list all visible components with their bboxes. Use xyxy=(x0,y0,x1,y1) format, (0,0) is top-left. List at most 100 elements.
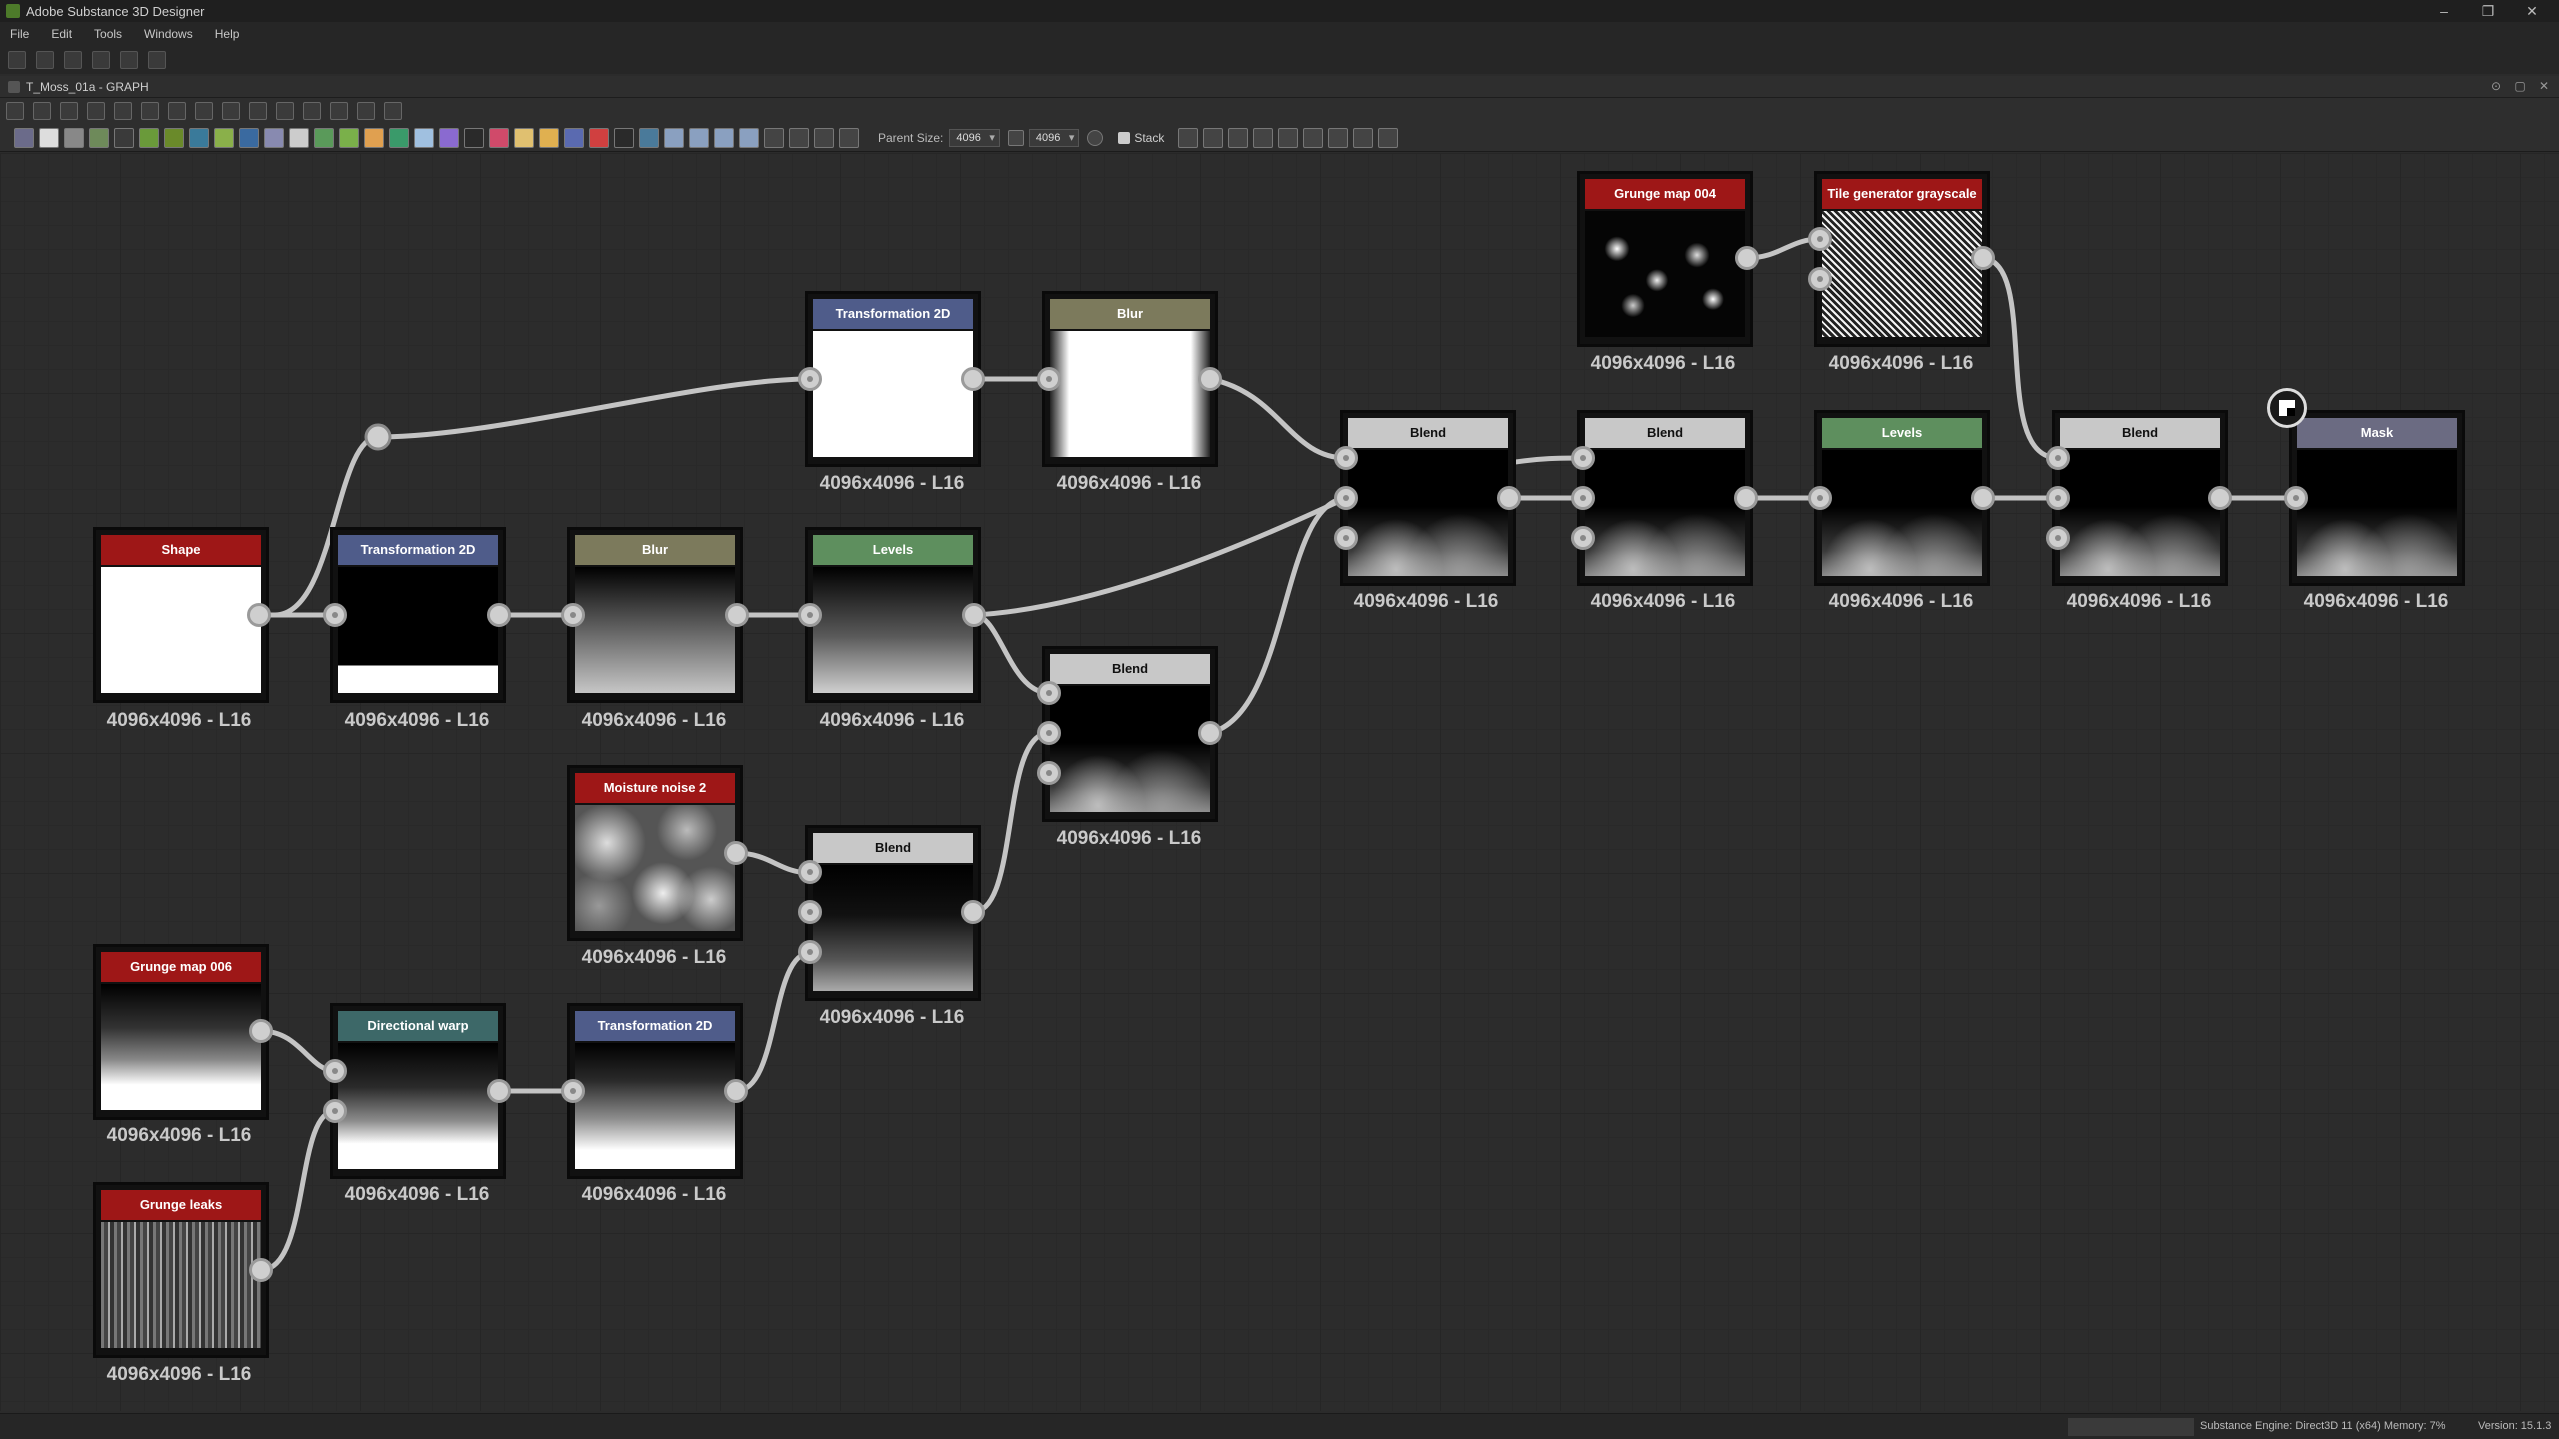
output-port[interactable] xyxy=(487,603,511,627)
graph-instance-icon[interactable] xyxy=(739,127,759,148)
input-port[interactable] xyxy=(1334,526,1358,550)
node-transformation-2d[interactable]: Transformation 2D xyxy=(330,527,506,703)
input-port[interactable] xyxy=(798,900,822,924)
input-port[interactable] xyxy=(1037,761,1061,785)
redo-icon[interactable] xyxy=(148,51,166,69)
graph-canvas[interactable]: Shape 4096x4096 - L16 Transformation 2D … xyxy=(0,153,2559,1411)
input-port[interactable] xyxy=(561,603,585,627)
node-moisture-noise-2[interactable]: Moisture noise 2 xyxy=(567,765,743,941)
dot-node[interactable] xyxy=(364,423,392,451)
graph-tab-title[interactable]: T_Moss_01a - GRAPH xyxy=(26,80,149,94)
input-port[interactable] xyxy=(798,603,822,627)
node-grunge-map-004[interactable]: Grunge map 004 xyxy=(1577,171,1753,347)
sharpen-icon[interactable] xyxy=(414,127,434,148)
node-blend[interactable]: Blend xyxy=(2052,410,2228,586)
input-port[interactable] xyxy=(1334,486,1358,510)
output-size-select[interactable]: 4096 xyxy=(1028,128,1080,147)
transform-icon[interactable] xyxy=(289,127,309,148)
restore-icon[interactable]: ❐ xyxy=(2466,0,2510,22)
align-icon[interactable] xyxy=(168,102,186,120)
align-bottom-icon[interactable] xyxy=(1353,127,1374,148)
levels-node-icon[interactable] xyxy=(89,127,109,148)
text-icon[interactable] xyxy=(464,127,484,148)
input-port[interactable] xyxy=(1037,367,1061,391)
menu-edit[interactable]: Edit xyxy=(51,27,72,41)
svg-icon[interactable] xyxy=(439,127,459,148)
panel-close-icon[interactable]: ✕ xyxy=(2537,79,2551,93)
menu-windows[interactable]: Windows xyxy=(144,27,193,41)
input-port[interactable] xyxy=(1334,446,1358,470)
input-port[interactable] xyxy=(798,367,822,391)
output-port[interactable] xyxy=(247,603,271,627)
output-port[interactable] xyxy=(1971,486,1995,510)
link-size-icon[interactable] xyxy=(1007,129,1024,146)
node-grunge-leaks[interactable]: Grunge leaks xyxy=(93,1182,269,1358)
output-port[interactable] xyxy=(961,900,985,924)
search-icon[interactable] xyxy=(114,102,132,120)
input-port[interactable] xyxy=(2284,486,2308,510)
zoom-in-icon[interactable] xyxy=(764,127,784,148)
save-icon[interactable] xyxy=(92,51,110,69)
emboss-icon[interactable] xyxy=(239,127,259,148)
output-port[interactable] xyxy=(1734,486,1758,510)
hsl-icon[interactable] xyxy=(164,127,184,148)
explorer-icon[interactable] xyxy=(8,51,26,69)
input-port[interactable] xyxy=(1571,526,1595,550)
screenshot-icon[interactable] xyxy=(60,102,78,120)
layout-icon[interactable] xyxy=(249,102,267,120)
input-port[interactable] xyxy=(2046,486,2070,510)
output-port[interactable] xyxy=(962,603,986,627)
node-levels[interactable]: Levels xyxy=(805,527,981,703)
pin-node-icon[interactable] xyxy=(357,102,375,120)
node-blur[interactable]: Blur xyxy=(567,527,743,703)
input-port[interactable] xyxy=(1037,721,1061,745)
align-left-icon[interactable] xyxy=(1178,127,1199,148)
node-directional-warp[interactable]: Directional warp xyxy=(330,1003,506,1179)
grid-icon[interactable] xyxy=(195,102,213,120)
new-icon[interactable] xyxy=(36,51,54,69)
shuffle-icon[interactable] xyxy=(114,127,134,148)
grayscale-icon[interactable] xyxy=(264,127,284,148)
output-port[interactable] xyxy=(249,1258,273,1282)
output-port[interactable] xyxy=(724,841,748,865)
output-port[interactable] xyxy=(1971,246,1995,270)
node-blur[interactable]: Blur xyxy=(1042,291,1218,467)
stack-checkbox[interactable] xyxy=(1118,131,1131,144)
node-blend[interactable]: Blend xyxy=(1340,410,1516,586)
close-icon[interactable]: ✕ xyxy=(2510,0,2554,22)
align-center-icon[interactable] xyxy=(1203,127,1224,148)
gradient-map-icon[interactable] xyxy=(214,127,234,148)
open-folder-icon[interactable] xyxy=(64,51,82,69)
normal-icon[interactable] xyxy=(189,127,209,148)
menu-file[interactable]: File xyxy=(10,27,29,41)
blur-icon[interactable] xyxy=(339,127,359,148)
bitmap-node-icon[interactable] xyxy=(14,127,34,148)
input-port[interactable] xyxy=(1808,486,1832,510)
fx-map-icon[interactable] xyxy=(364,127,384,148)
output-port[interactable] xyxy=(2208,486,2232,510)
align-right-icon[interactable] xyxy=(1228,127,1249,148)
distribute-h-icon[interactable] xyxy=(1253,127,1274,148)
node-blend[interactable]: Blend xyxy=(805,825,981,1001)
output-node-icon[interactable] xyxy=(2267,388,2307,428)
node-grunge-map-006[interactable]: Grunge map 006 xyxy=(93,944,269,1120)
blend-node-icon[interactable] xyxy=(64,127,84,148)
input-port[interactable] xyxy=(798,860,822,884)
uniform-color-icon[interactable] xyxy=(39,127,59,148)
output-port[interactable] xyxy=(487,1079,511,1103)
node-blend[interactable]: Blend xyxy=(1042,646,1218,822)
output-port[interactable] xyxy=(961,367,985,391)
frame-node-icon[interactable] xyxy=(639,127,659,148)
distribute-v-icon[interactable] xyxy=(1278,127,1299,148)
snap-icon[interactable] xyxy=(1378,127,1399,148)
input-port[interactable] xyxy=(561,1079,585,1103)
info-icon[interactable] xyxy=(87,102,105,120)
menu-tools[interactable]: Tools xyxy=(94,27,122,41)
undo-icon[interactable] xyxy=(120,51,138,69)
node-transformation-2d[interactable]: Transformation 2D xyxy=(805,291,981,467)
fit-icon[interactable] xyxy=(814,127,834,148)
dot-node-icon[interactable] xyxy=(714,127,734,148)
pin-node-add-icon[interactable] xyxy=(689,127,709,148)
input-port[interactable] xyxy=(798,940,822,964)
menu-help[interactable]: Help xyxy=(215,27,240,41)
